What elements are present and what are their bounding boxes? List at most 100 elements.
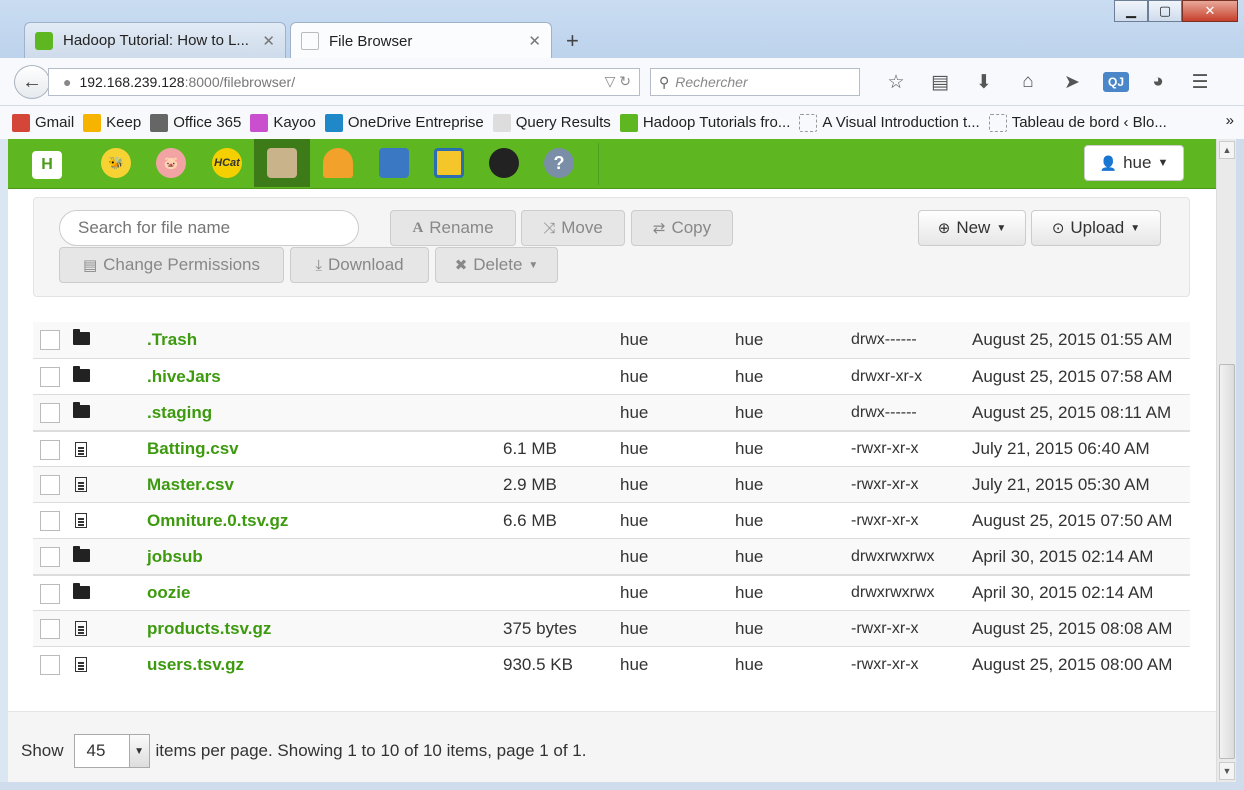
bookmark-onedrive[interactable]: OneDrive Entreprise [324,113,484,132]
file-browser-icon[interactable] [254,139,310,187]
scroll-up-icon[interactable]: ▲ [1219,141,1235,159]
tab-hadoop-tutorial[interactable]: Hadoop Tutorial: How to L... ✕ [24,22,286,58]
more-bookmarks-icon[interactable]: » [1226,112,1234,129]
download-icon[interactable]: ⬇ [962,68,1006,96]
file-name-link[interactable]: oozie [147,583,190,603]
help-icon[interactable]: ? [531,139,587,187]
file-name-link[interactable]: .staging [147,403,212,423]
file-name-link[interactable]: jobsub [147,547,203,567]
oozie-icon[interactable] [366,139,422,187]
row-checkbox[interactable] [40,403,60,423]
bookmark-star-icon[interactable]: ☆ [874,68,918,96]
table-row[interactable]: .Trash hue hue drwx------ August 25, 2015 01… [33,322,1190,358]
table-row[interactable]: jobsub hue hue drwxrwxrwx April 30, 2015 02:… [33,538,1190,574]
bookmark-visual-intro[interactable]: A Visual Introduction t... [799,113,980,132]
new-tab-button[interactable]: + [566,28,579,54]
table-row[interactable]: Omniture.0.tsv.gz 6.6 MB hue hue -rwxr-xr-x A… [33,502,1190,538]
row-checkbox[interactable] [40,440,60,460]
bookmark-kayoo[interactable]: Kayoo [250,113,316,132]
chevron-down-icon: ▼ [129,734,150,768]
minimize-icon[interactable]: ▁ [1114,0,1148,22]
row-checkbox[interactable] [40,367,60,387]
per-page-select[interactable]: 45 ▼ [73,734,150,768]
file-search-input[interactable] [59,210,359,246]
send-icon[interactable]: ➤ [1050,68,1094,96]
back-arrow-icon[interactable]: ← [14,65,50,99]
nav-divider [598,143,599,185]
file-table: .Trash hue hue drwx------ August 25, 2015 01… [33,322,1190,682]
table-row[interactable]: oozie hue hue drwxrwxrwx April 30, 2015 02:1… [33,574,1190,610]
reload-icon[interactable]: ▽ ↻ [605,73,631,90]
close-window-icon[interactable]: ✕ [1182,0,1238,22]
file-name-link[interactable]: users.tsv.gz [147,655,244,675]
maximize-icon[interactable]: ▢ [1148,0,1182,22]
close-tab-icon[interactable]: ✕ [262,32,275,50]
file-name-link[interactable]: products.tsv.gz [147,619,271,639]
move-button[interactable]: ⤨ Move [521,210,625,246]
change-permissions-button[interactable]: ▤ Change Permissions [59,247,284,283]
table-row[interactable]: Master.csv 2.9 MB hue hue -rwxr-xr-x July 21,… [33,466,1190,502]
caret-down-icon: ▼ [996,222,1007,234]
bookmark-tableau[interactable]: Tableau de bord ‹ Blo... [988,113,1167,132]
file-name-link[interactable]: Master.csv [147,475,234,495]
table-row[interactable]: products.tsv.gz 375 bytes hue hue -rwxr-xr-x… [33,610,1190,646]
scroll-down-icon[interactable]: ▼ [1219,762,1235,780]
bookmark-query-results[interactable]: Query Results [492,113,611,132]
file-name-link[interactable]: .Trash [147,330,197,350]
file-name-link[interactable]: .hiveJars [147,367,221,387]
user-icon: 👤 [1099,154,1118,171]
table-row[interactable]: .hiveJars hue hue drwxr-xr-x August 25, 2015… [33,358,1190,394]
bookmark-office365[interactable]: Office 365 [150,113,241,132]
folder-icon [73,583,90,601]
file-size: 930.5 KB [503,654,573,674]
page-scrollbar[interactable]: ▲ ▼ [1216,139,1236,782]
blank-page-icon [799,113,818,132]
security-icon[interactable] [476,139,532,187]
bookmark-keep[interactable]: Keep [83,113,141,132]
table-row[interactable]: .staging hue hue drwx------ August 25, 2015 … [33,394,1190,430]
bookmark-gmail[interactable]: Gmail [12,113,74,132]
hue-logo-icon[interactable]: H [32,151,62,179]
delete-button[interactable]: ✖ Delete ▼ [435,247,558,283]
row-checkbox[interactable] [40,511,60,531]
file-size: 2.9 MB [503,474,557,494]
tab-file-browser[interactable]: File Browser ✕ [290,22,552,59]
table-row[interactable]: users.tsv.gz 930.5 KB hue hue -rwxr-xr-x Augu… [33,646,1190,682]
job-designer-icon[interactable] [310,139,366,187]
caret-down-icon: ▼ [1157,157,1169,169]
row-checkbox[interactable] [40,619,60,639]
history-icon[interactable]: ◕ [1138,68,1178,96]
close-tab-icon[interactable]: ✕ [528,32,541,50]
new-button[interactable]: ⊕ New ▼ [918,210,1026,246]
row-checkbox[interactable] [40,655,60,675]
address-bar[interactable]: ● 192.168.239.128:8000/filebrowser/ ▽ ↻ [48,68,640,96]
row-checkbox[interactable] [40,330,60,350]
user-menu-button[interactable]: 👤 hue ▼ [1084,145,1184,181]
row-checkbox[interactable] [40,475,60,495]
file-name-link[interactable]: Omniture.0.tsv.gz [147,511,288,531]
hcat-icon[interactable]: HCat [199,139,255,187]
metastore-icon[interactable] [421,139,477,187]
bookmark-hadoop-tutorials[interactable]: Hadoop Tutorials fro... [619,113,790,132]
row-checkbox[interactable] [40,584,60,604]
pig-icon[interactable]: 🐷 [143,139,199,187]
qj-extension-icon[interactable]: QJ [1094,68,1138,96]
rename-button[interactable]: A Rename [390,210,516,246]
caret-down-icon: ▼ [1130,222,1141,234]
hive-icon[interactable]: 🐝 [88,139,144,187]
pagination-summary: items per page. Showing 1 to 10 of 10 it… [155,741,587,760]
scrollbar-thumb[interactable] [1219,364,1235,759]
download-button[interactable]: ⤓ Download [290,247,429,283]
copy-button[interactable]: ⇄ Copy [631,210,733,246]
row-checkbox[interactable] [40,547,60,567]
menu-icon[interactable]: ☰ [1178,68,1222,96]
file-user: hue [620,654,649,674]
file-size: 375 bytes [503,618,577,638]
browser-search-input[interactable]: ⚲ Rechercher [650,68,860,96]
upload-button[interactable]: ⊙ Upload ▼ [1031,210,1161,246]
home-icon[interactable]: ⌂ [1006,68,1050,96]
file-name-link[interactable]: Batting.csv [147,439,239,459]
retweet-icon: ⇄ [652,220,666,237]
table-row[interactable]: Batting.csv 6.1 MB hue hue -rwxr-xr-x July 21… [33,430,1190,466]
reading-list-icon[interactable]: ▤ [918,68,962,96]
